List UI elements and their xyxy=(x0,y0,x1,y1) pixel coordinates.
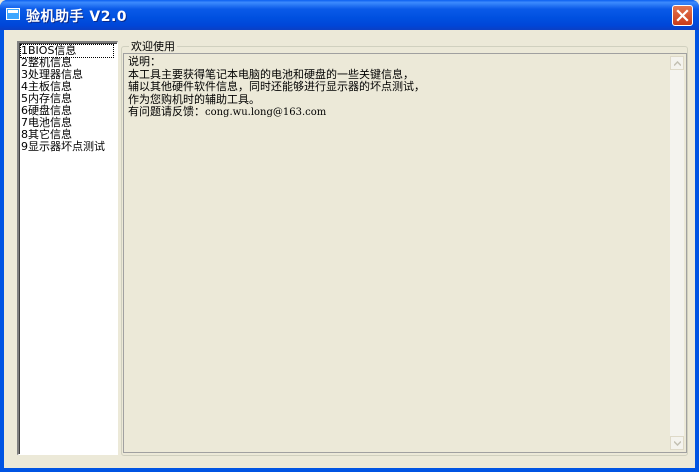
list-item-display-test[interactable]: 9显示器坏点测试 xyxy=(21,141,105,153)
info-text: 说明： 本工具主要获得笔记本电脑的电池和硬盘的一些关键信息， 辅以其他硬件软件信… xyxy=(128,55,425,119)
window-app-icon[interactable] xyxy=(6,8,20,20)
feedback-label: 有问题请反馈： xyxy=(128,105,205,118)
scroll-up-button[interactable] xyxy=(670,56,684,70)
menu-listbox[interactable]: 1BIOS信息 2整机信息 3处理器信息 4主板信息 5内存信息 6硬盘信息 7… xyxy=(17,41,118,455)
info-line: 辅以其他硬件软件信息，同时还能够进行显示器的坏点测试， xyxy=(128,80,425,93)
feedback-email: cong.wu.long@163.com xyxy=(205,107,327,118)
chevron-up-icon xyxy=(674,61,681,66)
feedback-line: 有问题请反馈：cong.wu.long@163.com xyxy=(128,105,425,119)
client-area: 1BIOS信息 2整机信息 3处理器信息 4主板信息 5内存信息 6硬盘信息 7… xyxy=(4,30,695,468)
close-icon xyxy=(676,9,689,22)
info-textarea[interactable]: 说明： 本工具主要获得笔记本电脑的电池和硬盘的一些关键信息， 辅以其他硬件软件信… xyxy=(123,53,687,453)
chevron-down-icon xyxy=(674,441,681,446)
scroll-down-button[interactable] xyxy=(670,436,684,450)
window-title: 验机助手 V2.0 xyxy=(26,9,128,25)
close-button[interactable] xyxy=(672,5,693,26)
main-window: 验机助手 V2.0 1BIOS信息 2整机信息 3处理器信息 4主板信息 5内存… xyxy=(0,0,699,472)
title-bar[interactable]: 验机助手 V2.0 xyxy=(0,0,699,30)
info-line: 说明： xyxy=(128,55,161,68)
vertical-scrollbar[interactable] xyxy=(670,56,684,450)
groupbox-title: 欢迎使用 xyxy=(129,38,177,54)
